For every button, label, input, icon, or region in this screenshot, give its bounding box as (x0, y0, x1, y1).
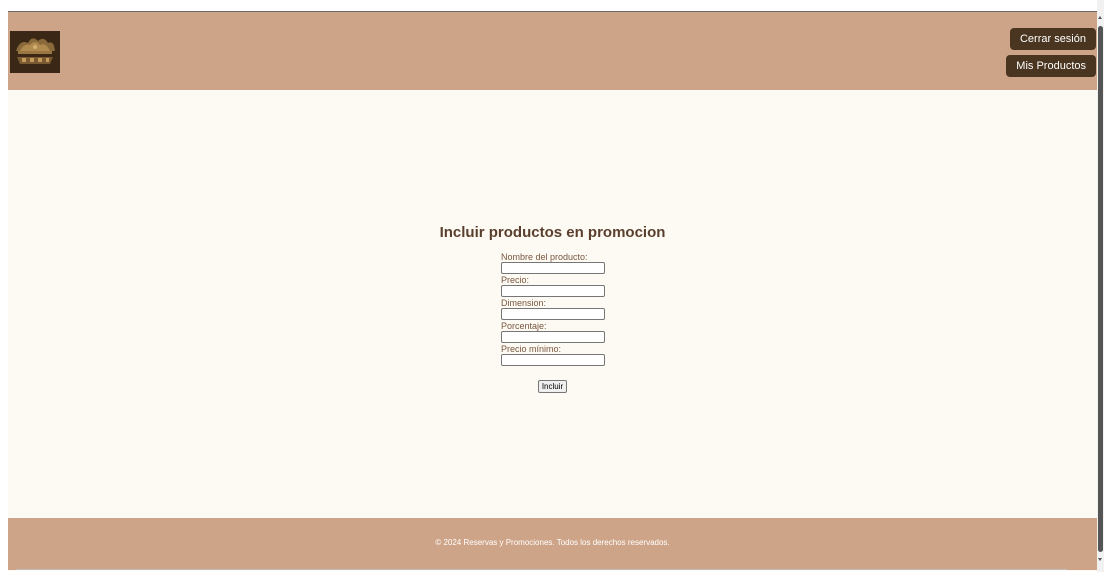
site-header: Cerrar sesión Mis Productos (8, 12, 1097, 90)
page: Cerrar sesión Mis Productos Incluir prod… (8, 11, 1097, 571)
price-input[interactable] (501, 285, 605, 297)
dimension-label: Dimension: (501, 298, 547, 308)
min-price-input[interactable] (501, 354, 605, 366)
vertical-scrollbar[interactable] (1097, 0, 1104, 572)
site-footer: © 2024 Reservas y Promociones. Todos los… (8, 518, 1097, 570)
percentage-label: Porcentaje: (501, 321, 547, 331)
dimension-input[interactable] (501, 308, 605, 320)
min-price-label: Precio mínimo: (501, 344, 562, 354)
scroll-down-icon[interactable] (1098, 558, 1102, 561)
percentage-input[interactable] (501, 331, 605, 343)
scrollbar-thumb[interactable] (1098, 26, 1103, 552)
product-name-label: Nombre del producto: (501, 252, 588, 262)
min-price-field: Precio mínimo: (501, 344, 611, 367)
product-name-input[interactable] (501, 262, 605, 274)
my-products-button[interactable]: Mis Productos (1006, 55, 1096, 77)
promotion-form: Nombre del producto: Precio: Dimension: … (501, 252, 611, 367)
dimension-field: Dimension: (501, 298, 611, 321)
form-title: Incluir productos en promocion (439, 224, 666, 241)
main-content: Incluir productos en promocion Nombre de… (8, 90, 1097, 518)
product-name-field: Nombre del producto: (501, 252, 611, 275)
include-button[interactable]: Incluir (537, 380, 568, 393)
footer-copyright: © 2024 Reservas y Promociones. Todos los… (435, 538, 670, 547)
scroll-up-icon[interactable] (1098, 16, 1102, 19)
percentage-field: Porcentaje: (501, 321, 611, 344)
price-label: Precio: (501, 275, 530, 285)
submit-wrapper: Incluir (8, 376, 1097, 394)
price-field: Precio: (501, 275, 611, 298)
bottom-divider (16, 569, 1067, 570)
logo-icon[interactable] (10, 31, 60, 73)
logout-button[interactable]: Cerrar sesión (1009, 28, 1096, 50)
